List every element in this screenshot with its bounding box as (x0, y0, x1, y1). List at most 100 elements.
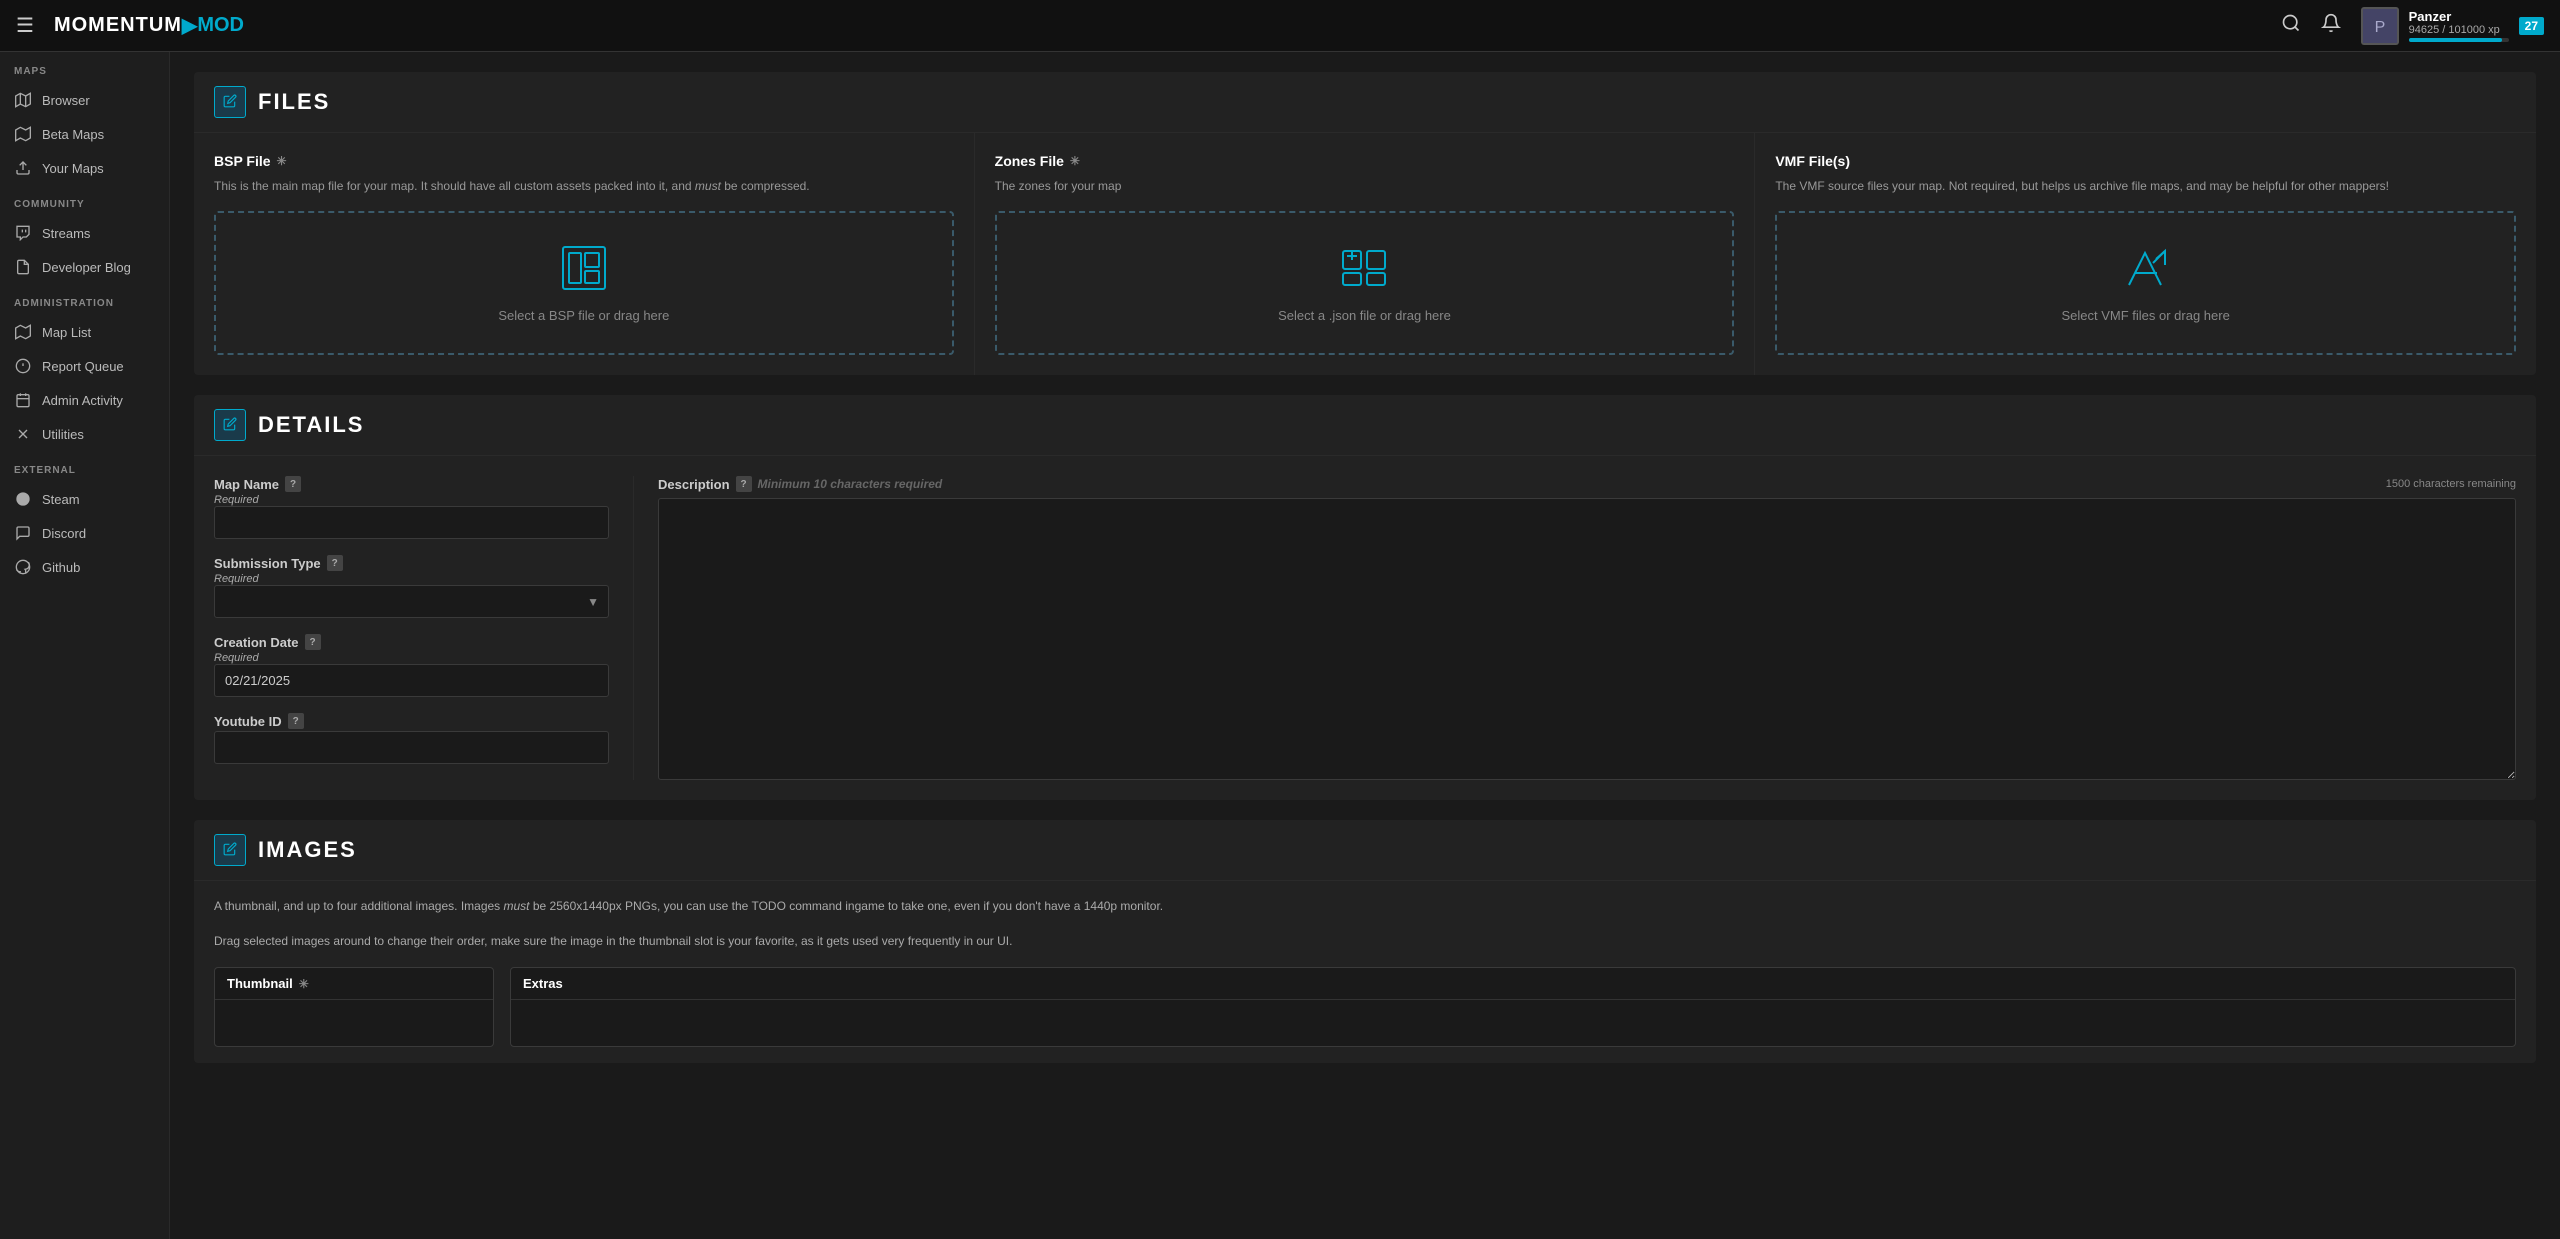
submission-type-select-wrapper: Original Port ▼ (214, 585, 609, 618)
sidebar-item-your-maps[interactable]: Your Maps (0, 151, 169, 185)
sidebar-item-steam[interactable]: Steam (0, 482, 169, 516)
images-pencil-icon (223, 842, 237, 859)
topnav: ☰ MOMENTUM ▶ MOD P Panzer (0, 0, 2560, 52)
sidebar-beta-maps-label: Beta Maps (42, 127, 104, 142)
details-left: Map Name ? Required Submission Type ? Re… (214, 476, 634, 780)
upload-icon (14, 159, 32, 177)
thumbnail-slot[interactable]: Thumbnail ✳ (214, 967, 494, 1047)
description-char-count: 1500 characters remaining (2386, 478, 2516, 490)
creation-date-info-icon[interactable]: ? (305, 634, 321, 650)
zones-desc: The zones for your map (995, 177, 1735, 195)
sidebar-item-github[interactable]: Github (0, 550, 169, 584)
sidebar-maps-label: MAPS (0, 52, 169, 83)
vmf-dropzone-text: Select VMF files or drag here (2061, 308, 2229, 323)
bsp-label: BSP File ✳ (214, 153, 954, 169)
github-icon (14, 558, 32, 576)
blog-icon (14, 258, 32, 276)
vmf-dropzone[interactable]: Select VMF files or drag here (1775, 211, 2516, 355)
images-section-header: IMAGES (194, 820, 2536, 881)
zones-label: Zones File ✳ (995, 153, 1735, 169)
sidebar-map-list-label: Map List (42, 325, 91, 340)
user-name: Panzer (2409, 9, 2509, 24)
sidebar-item-developer-blog[interactable]: Developer Blog (0, 250, 169, 284)
logo-mod: MOD (197, 14, 244, 37)
sidebar-item-beta-maps[interactable]: Beta Maps (0, 117, 169, 151)
sidebar-admin-label: ADMINISTRATION (0, 284, 169, 315)
details-section: DETAILS Map Name ? Required (194, 395, 2536, 800)
sidebar-item-browser[interactable]: Browser (0, 83, 169, 117)
creation-date-label: Creation Date ? (214, 634, 609, 650)
description-header: Description ? Minimum 10 characters requ… (658, 476, 2516, 492)
logo-arrow-icon: ▶ (182, 13, 197, 38)
vmf-dropzone-icon (2121, 243, 2171, 296)
sidebar-item-streams[interactable]: Streams (0, 216, 169, 250)
submission-type-label: Submission Type ? (214, 555, 609, 571)
sidebar-item-utilities[interactable]: Utilities (0, 417, 169, 451)
sidebar-admin-activity-label: Admin Activity (42, 393, 123, 408)
avatar: P (2361, 7, 2399, 45)
description-placeholder: Minimum 10 characters required (758, 477, 943, 491)
user-xp-bar (2409, 38, 2509, 42)
description-textarea[interactable] (658, 498, 2516, 780)
sidebar-dev-blog-label: Developer Blog (42, 260, 131, 275)
files-grid: BSP File ✳ This is the main map file for… (194, 133, 2536, 375)
description-area: Description ? Minimum 10 characters requ… (658, 476, 2516, 780)
vmf-desc: The VMF source files your map. Not requi… (1775, 177, 2516, 195)
sidebar-external-label: EXTERNAL (0, 451, 169, 482)
map-name-field: Map Name ? Required (214, 476, 609, 539)
images-desc-line1: A thumbnail, and up to four additional i… (214, 897, 2516, 916)
submission-type-info-icon[interactable]: ? (327, 555, 343, 571)
files-section: FILES BSP File ✳ This is the main map fi… (194, 72, 2536, 375)
sidebar-item-discord[interactable]: Discord (0, 516, 169, 550)
images-grid: Thumbnail ✳ Extras (214, 967, 2516, 1047)
pencil-icon (223, 94, 237, 111)
description-info-icon[interactable]: ? (736, 476, 752, 492)
zones-required-asterisk: ✳ (1070, 154, 1080, 168)
sidebar-utilities-label: Utilities (42, 427, 84, 442)
map-name-label: Map Name ? (214, 476, 609, 492)
discord-icon (14, 524, 32, 542)
sidebar-your-maps-label: Your Maps (42, 161, 104, 176)
twitch-icon (14, 224, 32, 242)
details-title: DETAILS (258, 412, 364, 438)
zones-dropzone-icon (1339, 243, 1389, 296)
bsp-dropzone-text: Select a BSP file or drag here (498, 308, 669, 323)
user-info: Panzer 94625 / 101000 xp (2409, 9, 2509, 42)
submission-type-select[interactable]: Original Port (214, 585, 609, 618)
sidebar-item-report-queue[interactable]: Report Queue (0, 349, 169, 383)
extras-label: Extras (511, 968, 2515, 1000)
sidebar-item-admin-activity[interactable]: Admin Activity (0, 383, 169, 417)
bell-icon[interactable] (2321, 13, 2341, 39)
creation-date-input[interactable]: 02/21/2025 (214, 664, 609, 697)
svg-text:P: P (2374, 19, 2385, 36)
steam-icon (14, 490, 32, 508)
search-icon[interactable] (2281, 13, 2301, 39)
map-name-info-icon[interactable]: ? (285, 476, 301, 492)
utilities-icon (14, 425, 32, 443)
images-edit-button[interactable] (214, 834, 246, 866)
map-name-input[interactable] (214, 506, 609, 539)
files-edit-button[interactable] (214, 86, 246, 118)
details-right: Description ? Minimum 10 characters requ… (634, 476, 2516, 780)
topnav-icons: P Panzer 94625 / 101000 xp 27 (2281, 7, 2544, 45)
sidebar-steam-label: Steam (42, 492, 80, 507)
details-body: Map Name ? Required Submission Type ? Re… (194, 456, 2536, 800)
details-edit-button[interactable] (214, 409, 246, 441)
zones-dropzone[interactable]: Select a .json file or drag here (995, 211, 1735, 355)
extras-slot[interactable]: Extras (510, 967, 2516, 1047)
sidebar-streams-label: Streams (42, 226, 90, 241)
sidebar-community-label: COMMUNITY (0, 185, 169, 216)
map-list-icon (14, 323, 32, 341)
youtube-id-info-icon[interactable]: ? (288, 713, 304, 729)
youtube-id-input[interactable] (214, 731, 609, 764)
bsp-dropzone[interactable]: Select a BSP file or drag here (214, 211, 954, 355)
sidebar-item-map-list[interactable]: Map List (0, 315, 169, 349)
sidebar-report-queue-label: Report Queue (42, 359, 124, 374)
hamburger-menu[interactable]: ☰ (16, 13, 34, 38)
activity-icon (14, 391, 32, 409)
user-area[interactable]: P Panzer 94625 / 101000 xp 27 (2361, 7, 2544, 45)
user-xp-fill (2409, 38, 2503, 42)
map-icon (14, 91, 32, 109)
zones-column: Zones File ✳ The zones for your map (975, 133, 1756, 375)
thumbnail-label: Thumbnail ✳ (215, 968, 493, 1000)
